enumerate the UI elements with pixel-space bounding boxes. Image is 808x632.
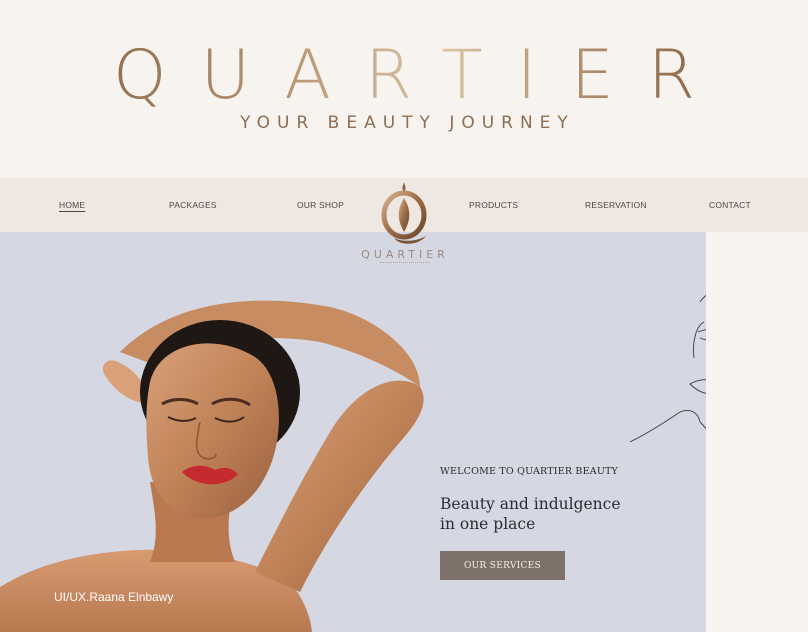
designer-credit: UI/UX.Raana Elnbawy [54,590,174,604]
logo-underline [380,262,430,264]
nav-item-our-shop[interactable]: OUR SHOP [297,200,344,210]
model-portrait-image [0,300,424,632]
nav-item-home[interactable]: HOME [59,200,85,210]
hero-section [0,232,706,632]
hero-headline: Beauty and indulgence in one place [440,494,640,534]
brand-header: QUARTIER YOUR BEAUTY JOURNEY [0,0,808,178]
welcome-label: WELCOME TO QUARTIER BEAUTY [440,466,619,477]
nav-item-packages[interactable]: PACKAGES [169,200,217,210]
our-services-button[interactable]: OUR SERVICES [440,551,565,580]
headline-line-2: in one place [440,515,536,533]
face-line-art-icon [629,295,706,443]
nav-item-reservation[interactable]: RESERVATION [585,200,647,210]
nav-item-contact[interactable]: CONTACT [709,200,751,210]
brand-tagline: YOUR BEAUTY JOURNEY [240,113,575,133]
side-panel [706,232,808,632]
headline-line-1: Beauty and indulgence [440,495,621,513]
brand-title: QUARTIER [0,40,808,112]
logo-wordmark: QUARTIER [361,248,449,261]
drop-emblem-icon [381,182,427,244]
nav-item-products[interactable]: PRODUCTS [469,200,518,210]
